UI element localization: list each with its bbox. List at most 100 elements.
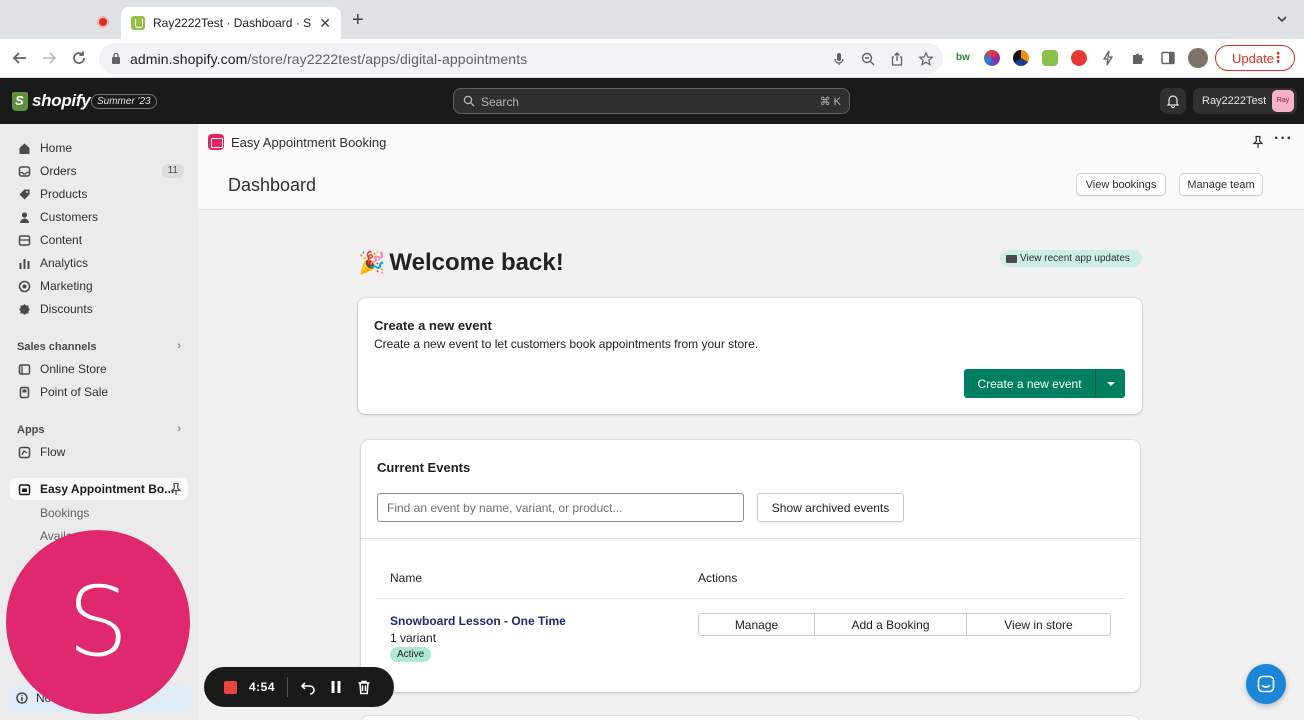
sidebar-item-customers[interactable]: Customers — [10, 206, 188, 228]
home-icon — [19, 143, 30, 154]
show-archived-events-button[interactable]: Show archived events — [757, 493, 904, 522]
extension-sheet-icon[interactable] — [1042, 50, 1058, 66]
lock-icon[interactable] — [111, 52, 121, 64]
pause-icon[interactable] — [328, 679, 344, 695]
sidebar-item-label: Discounts — [40, 302, 93, 316]
sidebar-item-online-store[interactable]: Online Store — [10, 358, 188, 380]
address-bar[interactable]: admin.shopify.com/store/ray2222test/apps… — [99, 43, 943, 74]
stop-recording-button[interactable] — [224, 680, 237, 694]
flow-icon — [18, 446, 31, 458]
welcome-heading: 🎉 Welcome back! — [358, 249, 564, 277]
url-text: admin.shopify.com/store/ray2222test/apps… — [130, 51, 528, 67]
view-app-updates-link[interactable]: View recent app updates — [1000, 250, 1142, 267]
edition-badge[interactable]: Summer '23 — [91, 94, 157, 109]
event-name-link[interactable]: Snowboard Lesson - One Time — [390, 614, 566, 628]
trash-icon[interactable] — [356, 679, 372, 695]
target-icon — [18, 280, 31, 292]
search-placeholder: Search — [481, 95, 520, 109]
sidebar-item-flow[interactable]: Flow — [10, 441, 188, 463]
manage-team-button[interactable]: Manage team — [1179, 173, 1263, 196]
side-panel-icon[interactable] — [1160, 50, 1176, 66]
notifications-button[interactable] — [1160, 88, 1186, 114]
menu-dots-icon[interactable]: ⋮ — [1271, 50, 1285, 64]
app-calendar-icon — [208, 134, 224, 150]
bar-chart-icon — [19, 258, 30, 269]
orders-icon — [18, 165, 31, 177]
add-booking-button[interactable]: Add a Booking — [815, 614, 967, 635]
divider — [287, 677, 289, 697]
pos-icon — [19, 386, 30, 398]
sidebar-item-content[interactable]: Content — [10, 229, 188, 251]
extension-opera-icon[interactable] — [1071, 50, 1087, 66]
status-badge: Active — [390, 647, 432, 662]
share-icon[interactable] — [889, 51, 905, 67]
zoom-icon[interactable] — [860, 51, 876, 67]
forward-arrow-icon[interactable] — [40, 49, 58, 67]
shopify-logo[interactable]: shopify — [12, 91, 91, 111]
create-event-heading: Create a new event — [374, 318, 492, 333]
bookmark-star-icon[interactable] — [918, 51, 934, 67]
chat-support-button[interactable] — [1246, 664, 1286, 704]
welcome-title: Welcome back! — [389, 249, 564, 276]
extension-color-icon[interactable] — [984, 50, 1000, 66]
sidebar-item-products[interactable]: Products — [10, 183, 188, 205]
browser-tab-active[interactable]: Ray2222Test · Dashboard · Shopify ✕ — [121, 7, 341, 39]
app-header: Easy Appointment Booking ··· Dashboard V… — [198, 124, 1304, 210]
more-options-icon[interactable]: ··· — [1274, 130, 1293, 148]
column-header-actions: Actions — [698, 571, 738, 585]
monitor-icon — [1006, 254, 1017, 263]
extension-bw-icon[interactable]: bw — [955, 50, 971, 66]
undo-icon[interactable] — [300, 679, 316, 695]
extension-circle-icon[interactable] — [1013, 50, 1029, 66]
shopify-bag-icon — [12, 91, 28, 111]
event-search-input[interactable]: Find an event by name, variant, or produ… — [377, 493, 744, 522]
sidebar-item-label: Customers — [40, 210, 99, 224]
chat-icon — [1257, 675, 1275, 693]
store-menu-button[interactable]: Ray2222Test Ray — [1193, 88, 1297, 114]
shopify-wordmark: shopify — [32, 91, 91, 110]
view-bookings-button[interactable]: View bookings — [1076, 173, 1166, 196]
tab-search-chevron-icon[interactable] — [1276, 13, 1288, 25]
caret-down-icon — [1106, 381, 1115, 386]
section-label: Apps — [17, 424, 45, 436]
sidebar-item-home[interactable]: Home — [10, 137, 188, 159]
chevron-right-icon[interactable]: › — [177, 423, 181, 435]
sidebar-item-point-of-sale[interactable]: Point of Sale — [10, 381, 188, 403]
tab-close-icon[interactable]: ✕ — [319, 15, 331, 32]
search-shortcut: ⌘ K — [819, 96, 841, 108]
create-event-dropdown-button[interactable] — [1095, 369, 1125, 398]
pin-icon[interactable] — [170, 482, 182, 496]
pin-icon[interactable] — [1252, 135, 1264, 149]
create-event-description: Create a new event to let customers book… — [374, 337, 759, 351]
info-icon — [16, 692, 28, 704]
microphone-icon[interactable] — [831, 51, 847, 67]
reload-icon[interactable] — [70, 49, 88, 67]
calendar-icon — [18, 483, 31, 495]
sidebar-item-discounts[interactable]: Discounts — [10, 298, 188, 320]
sidebar-item-easy-appointment[interactable]: Easy Appointment Bo... — [10, 478, 188, 500]
create-event-button[interactable]: Create a new event — [964, 369, 1095, 398]
sidebar-item-label: Online Store — [40, 362, 107, 376]
divider — [377, 598, 1124, 599]
sidebar-item-analytics[interactable]: Analytics — [10, 252, 188, 274]
sidebar-item-orders[interactable]: Orders 11 — [10, 160, 188, 182]
sales-channels-header[interactable]: Sales channels › — [17, 340, 185, 353]
divider — [361, 538, 1140, 539]
apps-header[interactable]: Apps › — [17, 423, 185, 436]
back-arrow-icon[interactable] — [11, 49, 29, 67]
update-button[interactable]: Update ⋮ — [1215, 45, 1295, 71]
chevron-right-icon[interactable]: › — [177, 340, 181, 352]
column-header-name: Name — [390, 571, 423, 585]
manage-button[interactable]: Manage — [699, 614, 815, 635]
sidebar-item-marketing[interactable]: Marketing — [10, 275, 188, 297]
admin-search-bar[interactable]: Search ⌘ K — [453, 88, 850, 114]
profile-avatar[interactable] — [1188, 48, 1208, 68]
sidebar-sub-bookings[interactable]: Bookings — [40, 506, 89, 520]
browser-toolbar: admin.shopify.com/store/ray2222test/apps… — [0, 39, 1304, 78]
main-content: Easy Appointment Booking ··· Dashboard V… — [198, 124, 1304, 720]
extension-lightning-icon[interactable] — [1100, 50, 1116, 66]
extensions-puzzle-icon[interactable] — [1130, 50, 1146, 66]
presenter-avatar: S — [6, 530, 190, 714]
view-in-store-button[interactable]: View in store — [967, 614, 1110, 635]
new-tab-button[interactable]: + — [352, 10, 364, 30]
